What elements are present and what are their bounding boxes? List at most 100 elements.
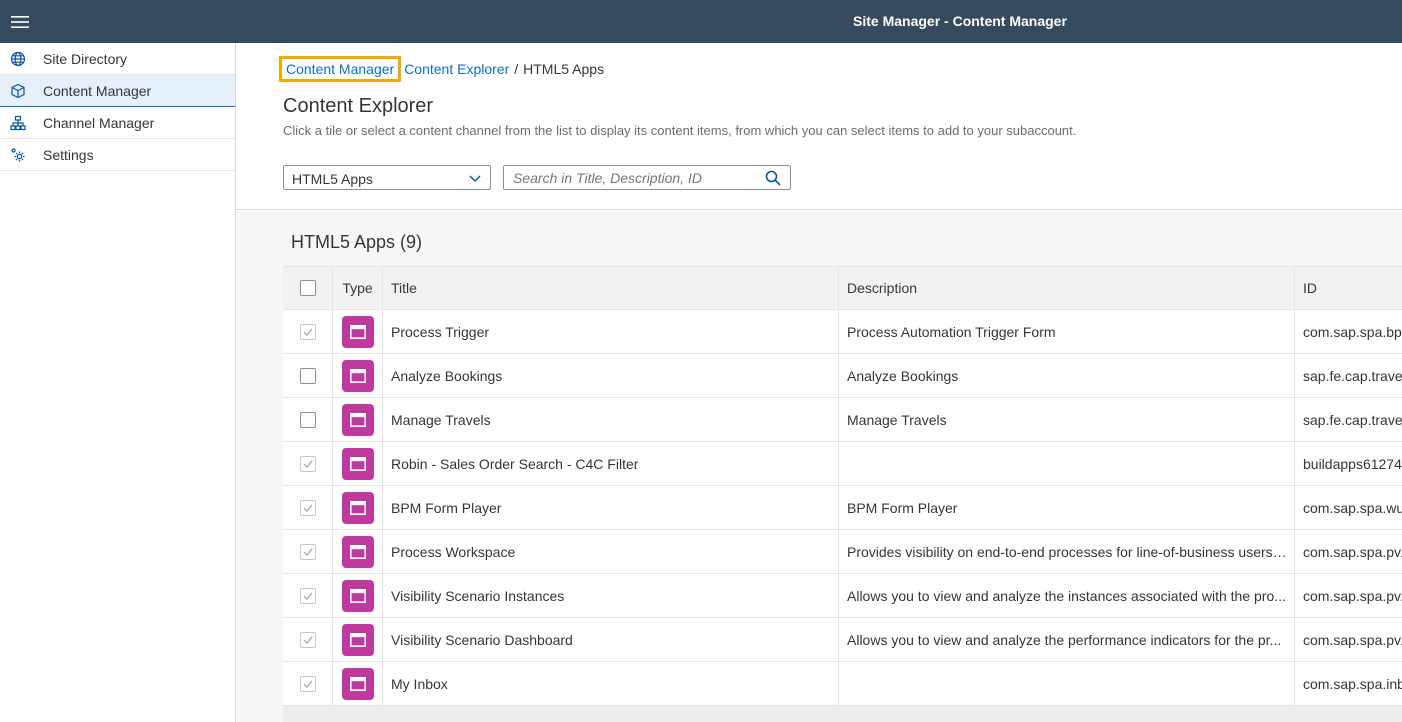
row-type-cell [333,618,383,661]
row-type-cell [333,530,383,573]
row-checkbox[interactable] [299,587,316,604]
table-row[interactable]: My Inbox com.sap.spa.inb [283,662,1402,706]
html5-app-icon [341,315,374,348]
page-title: Content Explorer [283,95,434,117]
search-input[interactable] [504,166,754,189]
row-id: sap.fe.cap.travel [1303,411,1402,428]
row-checkbox[interactable] [299,499,316,516]
table-header-row: Type Title Description ID [283,267,1402,310]
breadcrumb-link-content-explorer[interactable]: Content Explorer [404,61,509,77]
row-title: BPM Form Player [391,499,502,516]
row-description-cell [839,662,1295,705]
header-title-label: Title [391,280,417,296]
hamburger-menu-icon[interactable] [0,0,40,43]
breadcrumb-separator: / [514,61,519,77]
row-checkbox-cell [283,486,333,529]
row-title-cell: Process Trigger [383,310,839,353]
sidebar-item-channel-manager[interactable]: Channel Manager [0,107,235,139]
breadcrumb-link-content-manager[interactable]: Content Manager [278,56,402,82]
row-description-cell: BPM Form Player [839,486,1295,529]
html5-app-icon [341,579,374,612]
row-description: Allows you to view and analyze the perfo… [847,631,1282,648]
html5-app-icon [341,491,374,524]
row-checkbox-cell [283,442,333,485]
header-type-label: Type [342,280,373,296]
row-checkbox[interactable] [299,323,316,340]
row-id-cell: com.sap.spa.wu [1295,486,1402,529]
table-row[interactable]: Manage Travels Manage Travels sap.fe.cap.t… [283,398,1402,442]
row-checkbox-cell [283,662,333,705]
row-id-cell: com.sap.spa.pv. [1295,618,1402,661]
breadcrumb-current: HTML5 Apps [523,61,605,77]
row-type-cell [333,354,383,397]
header-id: ID [1295,267,1402,309]
html5-app-icon [341,535,374,568]
row-checkbox[interactable] [299,455,316,472]
sidebar-item-label: Channel Manager [43,115,155,131]
row-checkbox[interactable] [299,411,316,428]
table-row[interactable]: Visibility Scenario Instances Allows you … [283,574,1402,618]
search-icon[interactable] [765,170,781,186]
html5-app-icon [341,447,374,480]
row-title-cell: Process Workspace [383,530,839,573]
row-description: BPM Form Player [847,499,958,516]
row-title: Process Trigger [391,323,490,340]
sidebar-item-label: Settings [43,147,94,163]
row-type-cell [333,574,383,617]
sidebar-nav: Site Directory Content Manager Channel M… [0,43,236,722]
row-checkbox[interactable] [299,675,316,692]
sidebar-item-settings[interactable]: Settings [0,139,235,171]
row-id-cell: com.sap.spa.inb [1295,662,1402,705]
apps-table: Type Title Description ID Process Trigge… [283,266,1402,706]
row-type-cell [333,662,383,705]
row-checkbox[interactable] [299,543,316,560]
row-type-cell [333,442,383,485]
content-area: HTML5 Apps (9) Type Title Description ID… [236,211,1402,722]
cube-icon [10,83,26,99]
row-title-cell: Manage Travels [383,398,839,441]
row-id-cell: buildapps61274 [1295,442,1402,485]
row-title-cell: BPM Form Player [383,486,839,529]
row-title-cell: Visibility Scenario Instances [383,574,839,617]
header-description-label: Description [847,280,918,296]
table-row[interactable]: Process Trigger Process Automation Trigge… [283,310,1402,354]
row-title-cell: Robin - Sales Order Search - C4C Filter [383,442,839,485]
row-title: Visibility Scenario Instances [391,587,565,604]
row-type-cell [333,486,383,529]
sidebar-item-site-directory[interactable]: Site Directory [0,43,235,75]
header-id-label: ID [1303,280,1317,296]
table-row[interactable]: Robin - Sales Order Search - C4C Filter b… [283,442,1402,486]
row-description-cell: Process Automation Trigger Form [839,310,1295,353]
row-title: Analyze Bookings [391,367,503,384]
table-row[interactable]: Process Workspace Provides visibility on … [283,530,1402,574]
header-description: Description [839,267,1295,309]
sidebar-item-label: Site Directory [43,51,128,67]
row-checkbox-cell [283,310,333,353]
row-checkbox[interactable] [299,631,316,648]
page-description: Click a tile or select a content channel… [283,123,1077,138]
content-channel-select[interactable]: HTML5 Apps [283,165,491,190]
table-row[interactable]: Visibility Scenario Dashboard Allows you … [283,618,1402,662]
sidebar-item-content-manager[interactable]: Content Manager [0,75,235,107]
header-checkbox-cell [283,267,333,309]
table-row[interactable]: BPM Form Player BPM Form Player com.sap.sp… [283,486,1402,530]
row-description-cell: Analyze Bookings [839,354,1295,397]
table-title: HTML5 Apps (9) [291,232,423,252]
header-title: Title [383,267,839,309]
row-checkbox[interactable] [299,367,316,384]
table-row[interactable]: Analyze Bookings Analyze Bookings sap.fe.c… [283,354,1402,398]
html5-app-icon [341,403,374,436]
row-title-cell: Analyze Bookings [383,354,839,397]
shell-bar: Site Manager - Content Manager [0,0,1402,43]
row-title: Visibility Scenario Dashboard [391,631,573,648]
breadcrumb: Content Manager Content Explorer / HTML5… [274,56,605,82]
select-all-checkbox[interactable] [299,280,316,296]
row-description: Provides visibility on end-to-end proces… [847,543,1287,560]
search-field[interactable] [503,165,791,190]
row-title: Process Workspace [391,543,516,560]
row-title-cell: Visibility Scenario Dashboard [383,618,839,661]
table-footer [283,706,1402,722]
row-id: sap.fe.cap.travel [1303,367,1402,384]
row-id: buildapps61274 [1303,455,1402,472]
page-header: Content Manager Content Explorer / HTML5… [236,43,1402,210]
